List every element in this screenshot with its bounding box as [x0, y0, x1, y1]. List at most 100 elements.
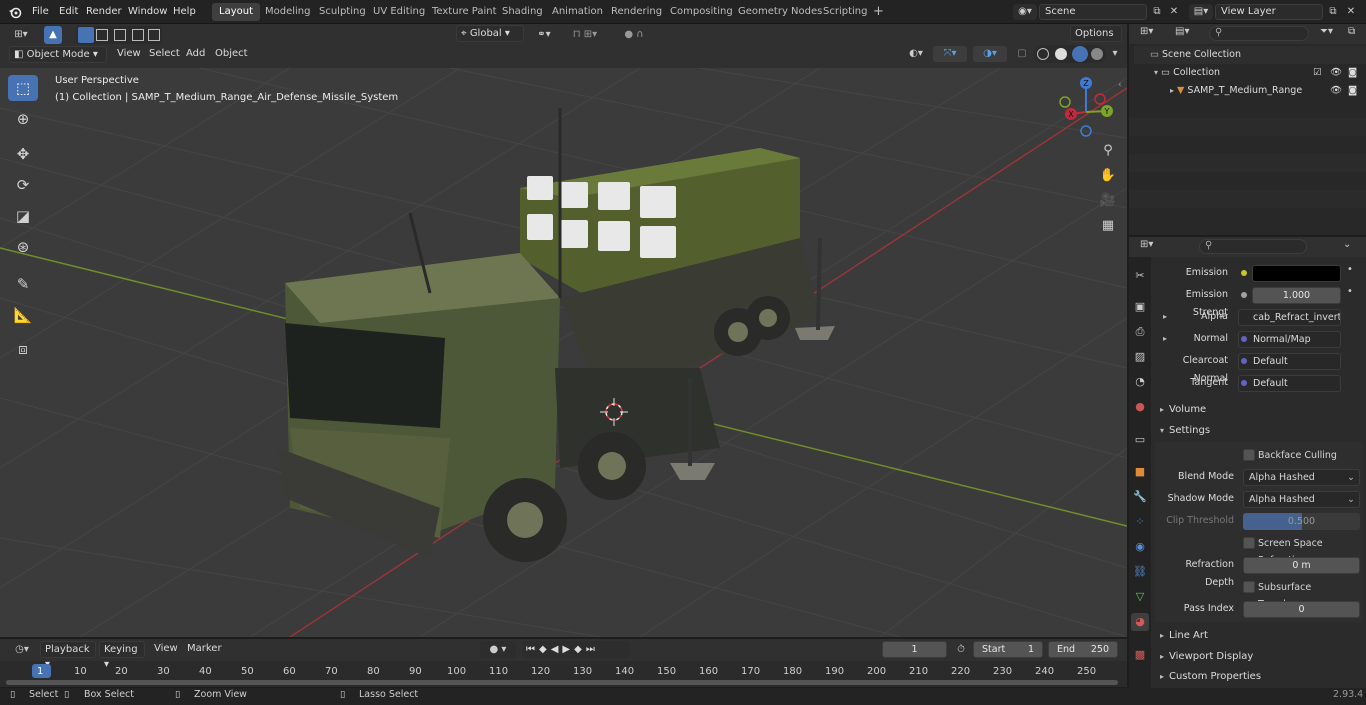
new-view-layer-icon[interactable]: ⧉ — [1325, 4, 1341, 20]
refraction-depth-field[interactable]: 0 m — [1243, 557, 1360, 574]
navigation-gizmo[interactable]: Z Y X — [1055, 76, 1119, 140]
menu-add[interactable]: Add — [181, 45, 210, 63]
texture-tab-icon[interactable]: ▩ — [1131, 646, 1149, 664]
orientation-dropdown[interactable]: ⌖ Global ▾ — [456, 25, 524, 42]
tangent-field[interactable]: Default — [1238, 375, 1341, 392]
jump-start-icon[interactable]: ⏮ — [526, 644, 539, 655]
menu-select[interactable]: Select — [144, 45, 185, 63]
keyframe-dot-icon[interactable]: • — [1347, 264, 1353, 275]
outliner-row-collection[interactable]: ▾ ▭ Collection ☑ 👁 ◙ — [1134, 64, 1366, 82]
tab-animation[interactable]: Animation — [545, 3, 610, 21]
collection-tab-icon[interactable]: ▭ — [1131, 431, 1149, 449]
outliner-row-scene-collection[interactable]: ▭ Scene Collection — [1134, 46, 1366, 64]
properties-editor-icon[interactable]: ⊞▾ — [1140, 239, 1153, 250]
pass-index-field[interactable]: 0 — [1243, 601, 1360, 618]
new-scene-icon[interactable]: ⧉ — [1149, 4, 1165, 20]
editor-type-icon[interactable]: ⊞▾ — [7, 26, 35, 44]
delete-view-layer-icon[interactable]: ✕ — [1343, 4, 1359, 20]
outliner-search-input[interactable]: ⚲ — [1209, 26, 1309, 41]
render-tab-icon[interactable]: ▣ — [1131, 298, 1149, 316]
modifier-tab-icon[interactable]: 🔧 — [1131, 488, 1149, 506]
tab-layout[interactable]: Layout — [212, 3, 260, 21]
menu-help[interactable]: Help — [168, 2, 201, 22]
proportional-editing-icon[interactable]: ● ∩ — [611, 26, 657, 44]
solid-shading-icon[interactable] — [1055, 48, 1067, 60]
material-preview-icon[interactable] — [1072, 46, 1088, 62]
eye-visibility-icon[interactable]: 👁 — [1330, 82, 1342, 100]
add-cube-tool[interactable]: ⧈ — [8, 336, 38, 362]
shadow-mode-dropdown[interactable]: Alpha Hashed ⌄ — [1243, 491, 1360, 508]
move-tool[interactable]: ✥ — [8, 141, 38, 167]
playback-dropdown[interactable]: Playback ▾ — [40, 641, 96, 670]
scale-tool[interactable]: ◪ — [8, 203, 38, 229]
overlays-toggle-icon[interactable]: ◑▾ — [973, 46, 1007, 62]
physics-tab-icon[interactable]: ◉ — [1131, 538, 1149, 556]
play-icon[interactable]: ▶ — [562, 644, 574, 655]
properties-options-icon[interactable]: ⌄ — [1343, 239, 1351, 250]
wireframe-shading-icon[interactable] — [1037, 48, 1049, 60]
world-tab-icon[interactable]: ● — [1131, 398, 1149, 416]
backface-culling-checkbox[interactable] — [1243, 449, 1255, 461]
rotate-tool[interactable]: ⟳ — [8, 172, 38, 198]
transform-tool[interactable]: ⊛ — [8, 234, 38, 260]
emission-strength-field[interactable]: 1.000 — [1252, 287, 1341, 304]
measure-tool[interactable]: 📐 — [8, 302, 38, 328]
keying-dropdown[interactable]: Keying ▾ — [99, 641, 145, 670]
timeline-editor-icon[interactable]: ◷▾ — [8, 642, 36, 658]
pivot-point-icon[interactable]: ⚭▾ — [531, 26, 557, 44]
jump-end-icon[interactable]: ⏭ — [586, 644, 599, 655]
prev-keyframe-icon[interactable]: ◆ — [539, 644, 551, 655]
perspective-grid-icon[interactable]: ▦ — [1096, 214, 1120, 238]
rendered-shading-icon[interactable] — [1091, 48, 1103, 60]
screen-space-refraction-checkbox[interactable] — [1243, 537, 1255, 549]
expand-arrow-icon[interactable]: ▾ — [1154, 68, 1158, 77]
clip-threshold-slider[interactable]: 0.500 — [1243, 513, 1360, 530]
object-tab-icon[interactable]: ■ — [1131, 463, 1149, 481]
pan-hand-icon[interactable]: ✋ — [1096, 164, 1120, 188]
preview-range-stopwatch-icon[interactable]: ⏱ — [953, 641, 969, 658]
current-frame-field[interactable]: 1 — [882, 641, 947, 658]
output-tab-icon[interactable]: ⎙ — [1131, 323, 1149, 341]
tab-geometry-nodes[interactable]: Geometry Nodes — [731, 3, 829, 21]
tab-modeling[interactable]: Modeling — [258, 3, 318, 21]
menu-object[interactable]: Object — [210, 45, 253, 63]
outliner-editor-icon[interactable]: ⊞▾ — [1140, 26, 1153, 37]
menu-window[interactable]: Window — [123, 2, 172, 22]
particles-tab-icon[interactable]: ⁘ — [1131, 513, 1149, 531]
intersect-selection-icon[interactable] — [148, 29, 160, 41]
line-art-panel-header[interactable]: ▸ Line Art — [1155, 626, 1363, 646]
timeline-scrollbar[interactable] — [6, 680, 1118, 685]
subtract-selection-icon[interactable] — [114, 29, 126, 41]
menu-view[interactable]: View — [112, 45, 146, 63]
subsurface-translucency-checkbox[interactable] — [1243, 581, 1255, 593]
next-keyframe-icon[interactable]: ◆ — [574, 644, 586, 655]
auto-keying-icon[interactable]: ● ▾ — [480, 641, 516, 658]
scene-tab-icon[interactable]: ◔ — [1131, 373, 1149, 391]
display-mode-icon[interactable]: ▤▾ — [1175, 26, 1189, 37]
view-layer-tab-icon[interactable]: ▨ — [1131, 348, 1149, 366]
tab-compositing[interactable]: Compositing — [663, 3, 740, 21]
exclude-checkbox-icon[interactable]: ☑ — [1313, 64, 1322, 82]
settings-panel-header[interactable]: ▾ Settings — [1155, 421, 1363, 441]
keyframe-dot-icon[interactable]: • — [1347, 286, 1353, 297]
select-tool-icon[interactable]: ▲ — [44, 26, 62, 44]
tab-rendering[interactable]: Rendering — [604, 3, 669, 21]
shading-options-icon[interactable]: ▾ — [1108, 46, 1122, 62]
timeline-menu-marker[interactable]: Marker — [182, 640, 227, 658]
camera-render-icon[interactable]: ◙ — [1348, 82, 1357, 100]
tab-sculpting[interactable]: Sculpting — [312, 3, 373, 21]
menu-edit[interactable]: Edit — [54, 2, 83, 22]
options-dropdown[interactable]: Options ▾ — [1070, 25, 1122, 54]
view-layer-field[interactable]: View Layer — [1215, 4, 1323, 20]
volume-panel-header[interactable]: ▸ Volume — [1155, 400, 1363, 420]
xray-icon[interactable]: ▢ — [1015, 46, 1029, 62]
custom-properties-panel-header[interactable]: ▸ Custom Properties — [1155, 667, 1363, 687]
mode-dropdown[interactable]: ◧ Object Mode ▾ — [9, 46, 107, 63]
select-box-tool[interactable]: ⬚ — [8, 75, 38, 101]
menu-file[interactable]: File — [27, 2, 54, 22]
scene-icon[interactable]: ◉▾ — [1013, 4, 1037, 20]
camera-view-icon[interactable]: 🎥 — [1096, 189, 1120, 213]
menu-render[interactable]: Render — [81, 2, 127, 22]
start-frame-field[interactable]: Start 1 — [973, 641, 1043, 658]
eye-visibility-icon[interactable]: 👁 — [1330, 64, 1342, 82]
